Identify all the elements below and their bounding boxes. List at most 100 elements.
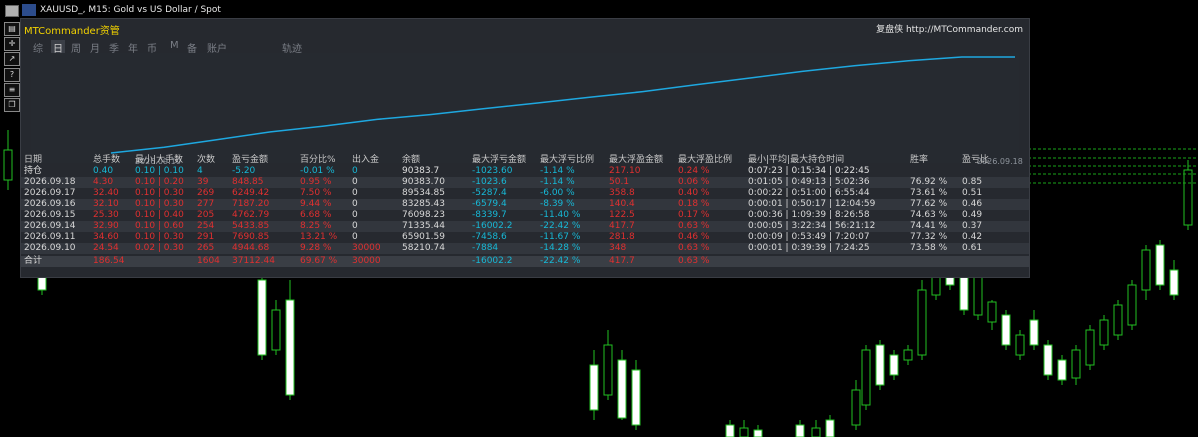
cell-13: 77.32 % — [910, 232, 948, 242]
table-row: 2026.09.15 25.30 0.10 | 0.40 205 4762.79 6.68… — [21, 210, 1029, 221]
cell-12: 0:00:09 | 0:53:49 | 7:20:07 — [748, 232, 870, 242]
cell-9: -22.42 % — [540, 256, 581, 266]
cell-6: 0 — [352, 210, 358, 220]
cell-6: 0 — [352, 188, 358, 198]
cell-11: 0.17 % — [678, 210, 710, 220]
cell-4: 848.85 — [232, 177, 264, 187]
cell-4: 6249.42 — [232, 188, 270, 198]
cell-8: -7884 — [472, 243, 499, 253]
cell-12: 0:07:23 | 0:15:34 | 0:22:45 — [748, 166, 870, 176]
cell-4: 7187.20 — [232, 199, 270, 209]
cell-11: 最大浮盈比例 — [678, 155, 733, 165]
cell-1: 4.30 — [93, 177, 114, 187]
candle-body — [1183, 169, 1193, 226]
cell-6: 0 — [352, 199, 358, 209]
properties-icon[interactable]: ≡ — [4, 83, 20, 97]
cell-12: 0:00:36 | 1:09:39 | 8:26:58 — [748, 210, 870, 220]
candle-body — [795, 424, 805, 437]
cell-9: -8.39 % — [540, 199, 575, 209]
cell-7: 余额 — [402, 155, 421, 165]
cell-6: 0 — [352, 232, 358, 242]
cell-8: -1023.60 — [472, 166, 513, 176]
total-row: 合计 186.54 1604 37112.44 69.67 % 30000 -16002.2… — [21, 256, 1029, 267]
cell-1: 总手数 — [93, 155, 121, 165]
cell-7: 90383.7 — [402, 166, 440, 176]
cell-8: -6579.4 — [472, 199, 507, 209]
cell-7: 58210.74 — [402, 243, 445, 253]
cell-5: 13.21 % — [300, 232, 338, 242]
cell-5: 6.68 % — [300, 210, 332, 220]
cell-10: 281.8 — [609, 232, 635, 242]
table-row: 2026.09.16 32.10 0.10 | 0.30 277 7187.20 9.44… — [21, 199, 1029, 210]
candle-body — [1085, 329, 1095, 366]
candle-body — [1029, 319, 1039, 346]
cell-5: 8.25 % — [300, 221, 332, 231]
tab-m[interactable]: M — [170, 40, 179, 51]
cell-12: 0:00:01 | 0:39:39 | 7:24:25 — [748, 243, 870, 253]
cell-3: 269 — [197, 188, 215, 198]
cell-0: 2026.09.11 — [24, 232, 76, 242]
cell-13: 74.41 % — [910, 221, 948, 231]
cell-12: 最小|平均|最大持仓时间 — [748, 155, 845, 165]
cell-5: 9.28 % — [300, 243, 332, 253]
candle-body — [875, 344, 885, 386]
candle-body — [903, 349, 913, 361]
cell-3: 次数 — [197, 155, 216, 165]
cell-9: -1.14 % — [540, 177, 575, 187]
candle-body — [1043, 344, 1053, 376]
cell-14: 0.46 — [962, 199, 983, 209]
crosshair-icon[interactable]: ✛ — [4, 37, 20, 51]
cell-3: 205 — [197, 210, 215, 220]
cell-3: 277 — [197, 199, 215, 209]
cell-5: 7.50 % — [300, 188, 332, 198]
arrow-icon[interactable]: ↗ — [4, 52, 20, 66]
table-row: 2026.09.11 34.60 0.10 | 0.30 291 7690.85 13.2… — [21, 232, 1029, 243]
site-link[interactable]: 复盘侠 http://MTCommander.com — [876, 22, 1023, 35]
help-icon[interactable]: ? — [4, 68, 20, 82]
candle-body — [631, 369, 641, 426]
cell-9: -11.67 % — [540, 232, 581, 242]
cell-6: 0 — [352, 166, 358, 176]
cell-6: 0 — [352, 221, 358, 231]
cell-10: 348 — [609, 243, 627, 253]
candle-body — [1155, 244, 1165, 286]
candle-body — [987, 301, 997, 323]
cell-12: 0:00:01 | 0:50:17 | 12:04:59 — [748, 199, 876, 209]
cell-5: 9.44 % — [300, 199, 332, 209]
cell-2: 0.10 | 0.10 — [135, 166, 184, 176]
cell-0: 合计 — [24, 256, 43, 266]
cell-11: 0.40 % — [678, 188, 710, 198]
cell-3: 4 — [197, 166, 203, 176]
cell-8: -16002.2 — [472, 221, 513, 231]
candle-body — [3, 149, 13, 181]
cell-0: 2026.09.10 — [24, 243, 76, 253]
cell-4: 4762.79 — [232, 210, 270, 220]
candle-body — [617, 359, 627, 419]
candle-body — [851, 389, 861, 426]
cell-14: 盈亏比 — [962, 155, 990, 165]
cell-13: 胜率 — [910, 155, 929, 165]
candle-body — [811, 427, 821, 437]
cell-14: 0.61 — [962, 243, 983, 253]
cell-0: 2026.09.15 — [24, 210, 76, 220]
cell-0: 日期 — [24, 155, 43, 165]
cell-13: 74.63 % — [910, 210, 948, 220]
candle-body — [1099, 319, 1109, 346]
cell-12: 0:01:05 | 0:49:13 | 5:02:36 — [748, 177, 870, 187]
candle-body — [285, 299, 295, 396]
candle-body — [1169, 269, 1179, 296]
cell-1: 32.10 — [93, 199, 119, 209]
cell-0: 2026.09.14 — [24, 221, 76, 231]
cell-5: 0.95 % — [300, 177, 332, 187]
table-header: 日期 总手数 最小|大手数 次数 盈亏金额 百分比% 出入金 余额 最大浮亏金额 最大浮亏比例 最大… — [21, 155, 1029, 166]
candle-body — [1015, 334, 1025, 356]
cell-11: 0.46 % — [678, 232, 710, 242]
candle-body — [257, 279, 267, 356]
window-icon[interactable]: ❐ — [4, 98, 20, 112]
cell-9: -6.00 % — [540, 188, 575, 198]
cell-12: 0:00:05 | 3:22:34 | 56:21:12 — [748, 221, 876, 231]
cell-4: 37112.44 — [232, 256, 275, 266]
chart-icon[interactable]: ▤ — [4, 22, 20, 36]
cell-14: 0.42 — [962, 232, 983, 242]
cell-6: 0 — [352, 177, 358, 187]
